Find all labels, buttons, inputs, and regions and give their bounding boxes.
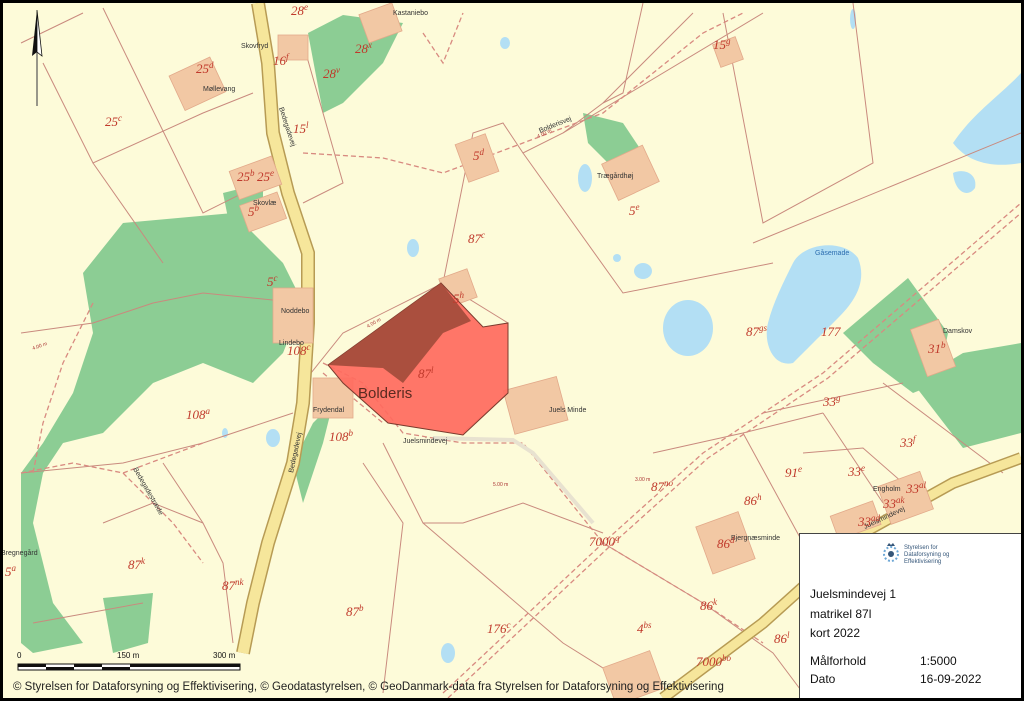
parcel-number: 87gs bbox=[746, 323, 768, 339]
pond bbox=[634, 263, 652, 279]
place-label: Damskov bbox=[943, 328, 973, 335]
date-label: Dato bbox=[810, 672, 836, 686]
lake-gaasemade bbox=[766, 245, 862, 364]
map-frame: Bolderis Kastaniebo Skovfryd Møllevang T… bbox=[3, 3, 1021, 698]
parcel-number: 5e bbox=[629, 202, 640, 218]
parcel-number: 33g bbox=[822, 393, 841, 409]
parcel-number: 25c bbox=[105, 113, 122, 129]
north-arrow bbox=[30, 8, 50, 108]
parcel-number: 86h bbox=[744, 492, 762, 508]
parcel-number: 7000q bbox=[589, 533, 620, 549]
parcel-number: 87no bbox=[651, 478, 674, 494]
parcel-number: 177 bbox=[821, 324, 841, 339]
north-arrow-icon bbox=[32, 9, 43, 106]
date-value: 16-09-2022 bbox=[920, 672, 982, 686]
place-label: Bregnegård bbox=[3, 549, 38, 557]
focus-parcel-label: Bolderis bbox=[358, 385, 412, 402]
parcel-number: 4bs bbox=[637, 620, 652, 636]
address-text: Juelsmindevej 1 bbox=[810, 587, 897, 601]
place-label: Gåsemade bbox=[815, 249, 849, 257]
agency-name: Styrelsen for Dataforsyning og Effektivi… bbox=[904, 545, 950, 565]
building-plot bbox=[272, 287, 314, 344]
scale-bar-graphic bbox=[17, 663, 241, 671]
building-plot bbox=[502, 376, 569, 435]
parcel-number: 16f bbox=[273, 52, 290, 68]
parcel-number: 87nk bbox=[222, 577, 245, 593]
place-label: Frydendal bbox=[313, 407, 345, 414]
pond bbox=[578, 164, 592, 192]
place-label: Møllevang bbox=[203, 86, 235, 93]
scale-label-150: 150 m bbox=[117, 651, 140, 660]
place-label: Engholm bbox=[873, 486, 901, 493]
pond bbox=[266, 429, 280, 447]
pond bbox=[613, 254, 621, 262]
parcel-number: 91e bbox=[785, 464, 802, 480]
parcel-number: 87c bbox=[468, 230, 485, 246]
parcel-number: 86l bbox=[774, 630, 790, 646]
scale-label: Målforhold bbox=[810, 654, 867, 668]
place-label: Kastaniebo bbox=[393, 10, 428, 17]
copyright-notice: © Styrelsen for Dataforsyning og Effekti… bbox=[13, 681, 724, 693]
pond bbox=[953, 171, 976, 193]
map-legend-box: Styrelsen for Dataforsyning og Effektivi… bbox=[799, 533, 1021, 698]
distance-label: 4.00 m bbox=[32, 341, 48, 352]
scale-bar: 0 150 m 300 m bbox=[15, 651, 245, 677]
parcel-number: 5a bbox=[5, 563, 17, 579]
place-label: Trægårdhøj bbox=[597, 172, 634, 180]
scale-value: 1:5000 bbox=[920, 654, 957, 668]
place-label: Noddebo bbox=[281, 308, 310, 315]
parcel-number: 5h bbox=[453, 290, 465, 306]
distance-label: 5.00 m bbox=[493, 482, 508, 488]
parcel-number: 108a bbox=[186, 406, 211, 422]
distance-label: 3.00 m bbox=[635, 477, 650, 483]
road-label: Bedegadestræde bbox=[131, 467, 164, 517]
parcel-number: 15l bbox=[293, 120, 309, 136]
parcel-number: 87b bbox=[346, 603, 364, 619]
parcel-number: 33f bbox=[899, 434, 917, 450]
place-label: Skovfryd bbox=[241, 43, 268, 50]
parcel-number: 176c bbox=[487, 620, 511, 636]
pond bbox=[663, 300, 713, 356]
place-label: Bjergnæsminde bbox=[731, 535, 780, 542]
road-label: Juelsmindevej bbox=[403, 438, 448, 445]
pond bbox=[500, 37, 510, 49]
parcel-number: 7000bo bbox=[696, 653, 732, 669]
parcel-number: 108b bbox=[329, 428, 354, 444]
pond bbox=[407, 239, 419, 257]
parcel-number: 87k bbox=[128, 556, 146, 572]
parcel-number: 33e bbox=[847, 463, 865, 479]
pond bbox=[441, 643, 455, 663]
parcel-number: 28e bbox=[291, 3, 308, 18]
forest-area bbox=[103, 593, 153, 653]
crown-logo-icon bbox=[883, 543, 899, 562]
cadastre-text: matrikel 87l bbox=[810, 607, 872, 621]
map-year-text: kort 2022 bbox=[810, 626, 861, 640]
place-label: Juels Minde bbox=[549, 407, 586, 414]
lake-northeast bbox=[953, 73, 1021, 165]
scale-label-300: 300 m bbox=[213, 651, 236, 660]
scale-label-0: 0 bbox=[17, 651, 22, 660]
